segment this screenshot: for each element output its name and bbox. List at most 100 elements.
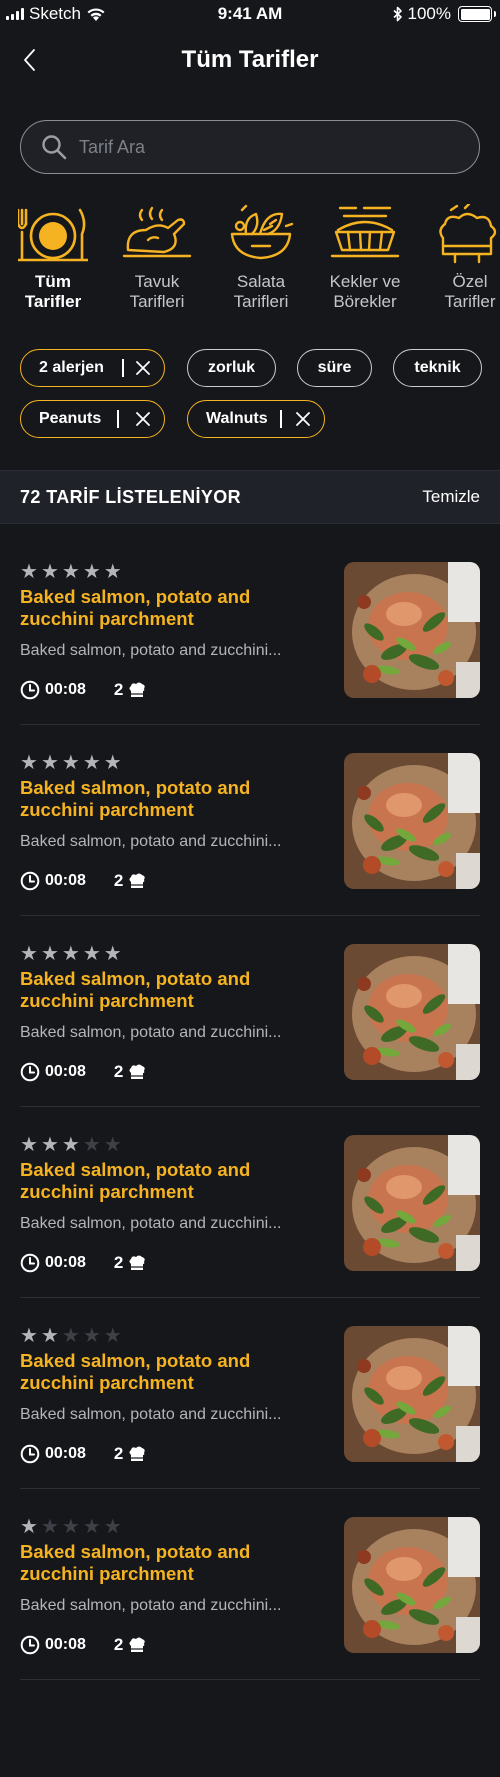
chip-label: teknik <box>414 359 461 376</box>
filter-chip-difficulty[interactable]: zorluk <box>187 349 276 387</box>
star-filled-icon: ★ <box>20 1134 38 1156</box>
chef-hat-icon <box>439 204 497 264</box>
recipe-time: 00:08 <box>45 681 86 698</box>
filter-chip-technique[interactable]: teknik <box>393 349 482 387</box>
star-filled-icon: ★ <box>61 943 80 965</box>
star-filled-icon: ★ <box>82 561 101 583</box>
roast-chicken-icon <box>122 206 192 258</box>
search-bar[interactable] <box>20 120 480 174</box>
recipe-title: Baked salmon, potato and zucchini parchm… <box>20 1159 251 1202</box>
star-rating: ★ ★ ★ ★ ★ <box>20 753 122 773</box>
filter-chip-walnuts[interactable]: Walnuts <box>187 400 325 438</box>
star-filled-icon: ★ <box>40 1325 59 1347</box>
recipe-servings: 2 <box>113 680 124 699</box>
star-empty-icon: ★ <box>103 1325 122 1347</box>
recipe-card[interactable]: ★ ★ ★ ★ ★ Baked salmon, potato and zucchini … <box>0 534 500 725</box>
clock-icon <box>20 871 40 891</box>
filter-chip-duration[interactable]: süre <box>297 349 372 387</box>
status-bar: Sketch 9:41 AM 100% <box>0 0 500 28</box>
recipe-card[interactable]: ★ ★ ★ ★ ★ Baked salmon, potato and zucchini … <box>0 725 500 916</box>
recipe-card[interactable]: ★ ★ ★ ★ ★ Baked salmon, potato and zucchini … <box>0 916 500 1107</box>
chip-label: Walnuts <box>206 410 268 427</box>
recipe-servings: 2 <box>113 1635 124 1654</box>
close-icon[interactable] <box>293 409 313 429</box>
status-left: Sketch <box>6 4 106 24</box>
divider <box>20 1679 480 1680</box>
page-title: Tüm Tarifler <box>181 46 319 73</box>
recipe-description: Baked salmon, potato and zucchini... <box>20 1024 282 1041</box>
chip-label: zorluk <box>207 359 256 376</box>
recipe-meta: 00:08 2 <box>20 680 146 700</box>
category-carousel[interactable]: Tüm Tarifler Tavuk Tarifleri Salata Tari… <box>0 204 500 324</box>
recipe-image <box>344 944 480 1080</box>
category-label: Özel Tarifler <box>444 272 496 311</box>
recipe-description: Baked salmon, potato and zucchini... <box>20 1406 282 1423</box>
star-filled-icon: ★ <box>20 561 38 583</box>
star-filled-icon: ★ <box>20 752 38 774</box>
star-rating: ★ ★ ★ ★ ★ <box>20 1326 122 1346</box>
recipe-servings: 2 <box>113 871 124 890</box>
clock-icon <box>20 1062 40 1082</box>
star-empty-icon: ★ <box>40 1516 59 1538</box>
recipe-image <box>344 753 480 889</box>
recipe-description: Baked salmon, potato and zucchini... <box>20 1215 282 1232</box>
wifi-icon <box>87 8 105 21</box>
recipe-card[interactable]: ★ ★ ★ ★ ★ Baked salmon, potato and zucchini … <box>0 1107 500 1298</box>
recipe-meta: 00:08 2 <box>20 1444 146 1464</box>
recipe-title: Baked salmon, potato and zucchini parchm… <box>20 777 251 820</box>
star-filled-icon: ★ <box>103 561 122 583</box>
recipe-title: Baked salmon, potato and zucchini parchm… <box>20 1541 251 1584</box>
recipe-image <box>344 562 480 698</box>
recipe-card[interactable]: ★ ★ ★ ★ ★ Baked salmon, potato and zucchini … <box>0 1298 500 1489</box>
clock-icon <box>20 1253 40 1273</box>
star-empty-icon: ★ <box>61 1325 80 1347</box>
star-empty-icon: ★ <box>61 1516 80 1538</box>
filter-chip-allergen[interactable]: 2 alerjen <box>20 349 165 387</box>
star-filled-icon: ★ <box>61 1134 80 1156</box>
clock-icon <box>20 1635 40 1655</box>
close-icon[interactable] <box>133 358 153 378</box>
category-cakes[interactable]: Kekler ve Börekler <box>315 204 415 312</box>
chef-hat-icon <box>129 682 146 697</box>
signal-icon <box>6 8 24 20</box>
chip-label: 2 alerjen <box>39 359 104 376</box>
star-rating: ★ ★ ★ ★ ★ <box>20 1135 122 1155</box>
recipe-meta: 00:08 2 <box>20 1253 146 1273</box>
star-filled-icon: ★ <box>82 943 101 965</box>
star-empty-icon: ★ <box>82 1516 101 1538</box>
recipe-description: Baked salmon, potato and zucchini... <box>20 833 282 850</box>
recipe-servings: 2 <box>113 1253 124 1272</box>
recipe-description: Baked salmon, potato and zucchini... <box>20 642 282 659</box>
chip-label: Peanuts <box>39 410 102 427</box>
clock-icon <box>20 1444 40 1464</box>
close-icon[interactable] <box>133 409 153 429</box>
salad-bowl-icon <box>230 204 294 260</box>
results-header: 72 TARİF LİSTELENİYOR Temizle <box>0 470 500 524</box>
category-label: Tüm Tarifler <box>24 272 82 311</box>
recipe-time: 00:08 <box>45 1063 86 1080</box>
star-filled-icon: ★ <box>103 943 122 965</box>
clear-filters-button[interactable]: Temizle <box>422 487 480 507</box>
chef-hat-icon <box>129 1255 146 1270</box>
filter-chip-peanuts[interactable]: Peanuts <box>20 400 165 438</box>
recipe-time: 00:08 <box>45 1254 86 1271</box>
recipe-title: Baked salmon, potato and zucchini parchm… <box>20 586 251 629</box>
category-salad[interactable]: Salata Tarifleri <box>211 204 311 312</box>
star-empty-icon: ★ <box>82 1325 101 1347</box>
recipe-image <box>344 1135 480 1271</box>
category-all-recipes[interactable]: Tüm Tarifler <box>3 204 103 312</box>
recipe-image <box>344 1326 480 1462</box>
star-filled-icon: ★ <box>20 943 38 965</box>
recipe-card[interactable]: ★ ★ ★ ★ ★ Baked salmon, potato and zucchini … <box>0 1489 500 1680</box>
category-chicken[interactable]: Tavuk Tarifleri <box>107 204 207 312</box>
recipe-meta: 00:08 2 <box>20 1635 146 1655</box>
star-filled-icon: ★ <box>61 561 80 583</box>
search-input[interactable] <box>79 136 439 158</box>
search-icon <box>42 135 67 160</box>
category-special[interactable]: Özel Tarifler <box>420 204 500 312</box>
recipe-title: Baked salmon, potato and zucchini parchm… <box>20 968 251 1011</box>
star-empty-icon: ★ <box>103 1516 122 1538</box>
star-filled-icon: ★ <box>40 561 59 583</box>
category-label: Tavuk Tarifleri <box>129 272 185 311</box>
dinner-plate-icon <box>18 208 88 262</box>
